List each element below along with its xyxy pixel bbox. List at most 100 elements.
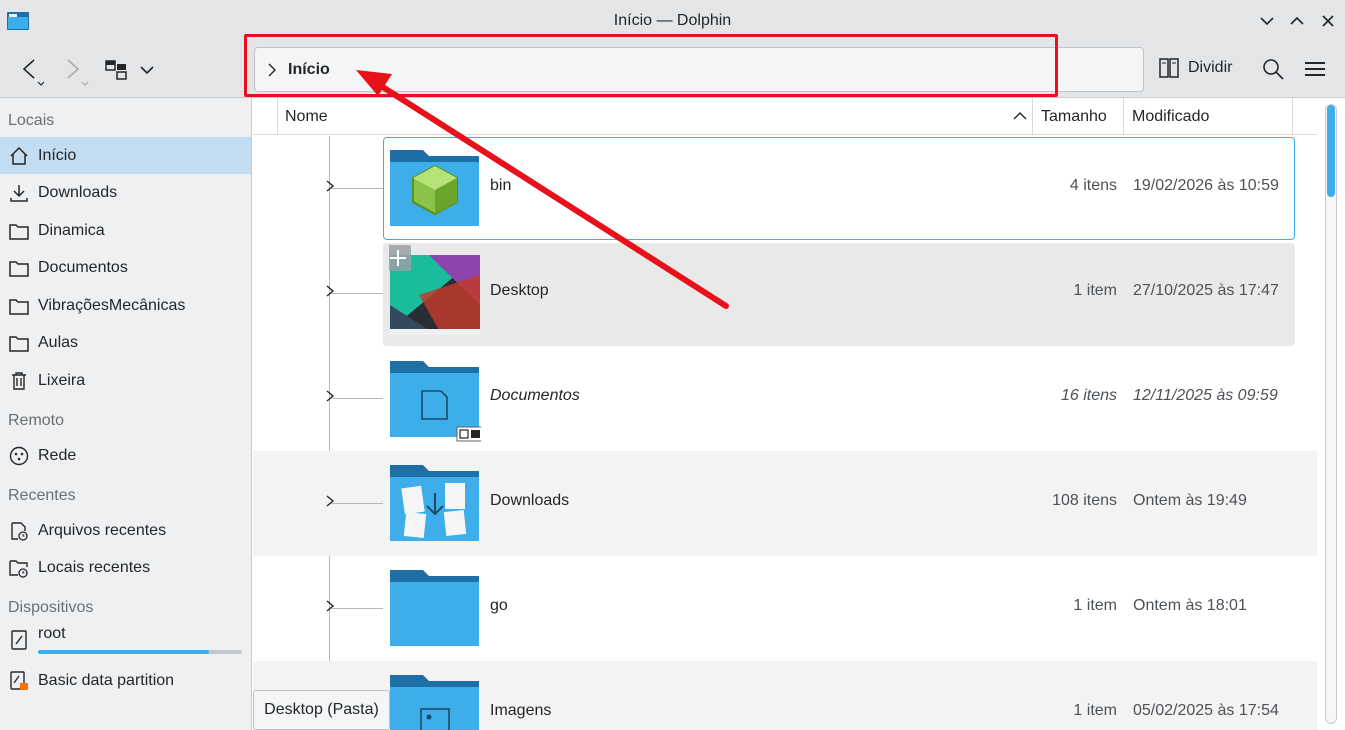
file-name: Imagens — [490, 702, 552, 719]
sidebar-item-label: VibraçõesMecânicas — [38, 296, 186, 314]
column-size[interactable]: Tamanho — [1041, 98, 1107, 135]
section-places: Locais — [8, 112, 55, 129]
sidebar-item-aulas[interactable]: Aulas — [0, 324, 251, 361]
split-label: Dividir — [1188, 59, 1233, 76]
chevron-down-icon — [140, 66, 154, 75]
file-size: 16 itens — [1060, 387, 1117, 404]
desktop-preview-icon — [389, 245, 480, 335]
sidebar-item-label: Início — [38, 146, 77, 164]
expand-chevron-icon[interactable] — [325, 179, 335, 193]
scroll-thumb[interactable] — [1327, 105, 1335, 197]
search-icon — [1263, 59, 1284, 80]
sidebar-item-vibracoes[interactable]: VibraçõesMecânicas — [0, 287, 251, 324]
sidebar-item-label: Locais recentes — [38, 558, 151, 576]
file-row-desktop[interactable]: Desktop 1 item 27/10/2025 às 17:47 — [253, 241, 1317, 346]
vertical-scrollbar[interactable] — [1317, 98, 1345, 730]
file-row-go[interactable]: go 1 item Ontem às 18:01 — [253, 556, 1317, 661]
file-size: 1 item — [1073, 597, 1117, 614]
tree-branch — [331, 188, 383, 189]
section-recent: Recentes — [8, 487, 76, 504]
folder-icon — [8, 220, 30, 242]
sidebar-item-label: Lixeira — [38, 371, 86, 389]
drive-icon — [8, 629, 30, 651]
sidebar-item-label: Dinamica — [38, 221, 105, 239]
sidebar-item-downloads[interactable]: Downloads — [0, 174, 251, 211]
view-mode-dropdown[interactable] — [137, 60, 157, 80]
file-row-imagens[interactable]: Imagens 1 item 05/02/2025 às 17:54 — [253, 661, 1317, 730]
file-view[interactable]: Nome Tamanho Modificado bin 4 itens 19/0… — [253, 98, 1345, 730]
expand-chevron-icon[interactable] — [325, 389, 335, 403]
column-separator — [1292, 98, 1293, 135]
sidebar-item-locais-recentes[interactable]: Locais recentes — [0, 549, 251, 586]
disk-usage-fill — [38, 650, 210, 654]
sort-ascending-icon[interactable] — [1013, 111, 1027, 121]
file-size: 1 item — [1073, 282, 1117, 299]
folder-download-icon — [390, 465, 479, 541]
file-modified: Ontem às 19:49 — [1133, 492, 1247, 509]
sidebar-item-label: Arquivos recentes — [38, 521, 167, 539]
window-title: Início — Dolphin — [613, 12, 732, 29]
scroll-track[interactable] — [1325, 104, 1337, 724]
trash-icon — [8, 370, 30, 392]
hamburger-menu-icon — [1305, 62, 1325, 76]
places-panel: Locais Início Downloads Dinamica Documen… — [0, 98, 252, 730]
maximize-button[interactable] — [1286, 10, 1308, 32]
view-mode-button[interactable] — [102, 56, 130, 84]
minimize-button[interactable] — [1256, 10, 1278, 32]
split-view-icon — [1159, 58, 1179, 78]
column-separator — [277, 98, 278, 135]
sidebar-item-label: Basic data partition — [38, 671, 175, 689]
sidebar-item-label: root — [38, 625, 66, 642]
sidebar-item-rede[interactable]: Rede — [0, 437, 251, 474]
file-name: go — [490, 597, 508, 614]
tree-branch — [331, 608, 383, 609]
folder-documents-icon — [390, 361, 481, 442]
sidebar-item-basic-data-partition[interactable]: Basic data partition — [0, 662, 251, 699]
column-modified[interactable]: Modificado — [1132, 98, 1209, 135]
section-remote: Remoto — [8, 412, 65, 429]
search-button[interactable] — [1260, 56, 1286, 82]
file-row-downloads[interactable]: Downloads 108 itens Ontem às 19:49 — [253, 451, 1317, 556]
chevron-up-icon — [1290, 16, 1304, 25]
sidebar-item-inicio[interactable]: Início — [0, 137, 251, 174]
split-button[interactable]: Dividir — [1158, 57, 1232, 79]
drive-warning-icon — [8, 670, 30, 692]
sidebar-item-label: Downloads — [38, 183, 118, 201]
column-separator — [1032, 98, 1033, 135]
file-name: Documentos — [490, 387, 580, 404]
sidebar-item-lixeira[interactable]: Lixeira — [0, 362, 251, 399]
tree-branch — [331, 398, 383, 399]
tooltip: Desktop (Pasta) — [253, 690, 390, 730]
tree-branch — [331, 503, 383, 504]
expand-chevron-icon[interactable] — [325, 284, 335, 298]
close-button[interactable] — [1317, 10, 1339, 32]
close-icon — [1322, 15, 1334, 27]
recent-places-icon — [8, 557, 30, 579]
view-tree-icon — [105, 60, 127, 80]
sidebar-item-arquivos-recentes[interactable]: Arquivos recentes — [0, 512, 251, 549]
expand-chevron-icon[interactable] — [325, 599, 335, 613]
back-button[interactable] — [18, 54, 48, 86]
sidebar-item-dinamica[interactable]: Dinamica — [0, 212, 251, 249]
column-separator — [1123, 98, 1124, 135]
forward-button[interactable] — [62, 54, 92, 86]
chevron-down-icon — [1260, 17, 1274, 26]
sidebar-item-label: Documentos — [38, 258, 128, 276]
network-icon — [8, 445, 30, 467]
folder-icon — [8, 257, 30, 279]
file-row-documentos[interactable]: Documentos 16 itens 12/11/2025 às 09:59 — [253, 346, 1317, 451]
recent-files-icon — [8, 520, 30, 542]
column-name[interactable]: Nome — [285, 98, 328, 135]
file-size: 1 item — [1073, 702, 1117, 719]
sidebar-item-label: Rede — [38, 446, 77, 464]
folder-icon — [390, 570, 479, 646]
disk-usage-bar — [38, 650, 242, 654]
file-name: Desktop — [490, 282, 549, 299]
annotation-highlight-box — [244, 34, 1058, 97]
column-header: Nome Tamanho Modificado — [253, 98, 1317, 135]
menu-button[interactable] — [1302, 56, 1328, 82]
folder-icon — [8, 295, 30, 317]
expand-chevron-icon[interactable] — [325, 494, 335, 508]
sidebar-item-documentos[interactable]: Documentos — [0, 249, 251, 286]
sidebar-item-label: Aulas — [38, 333, 79, 351]
